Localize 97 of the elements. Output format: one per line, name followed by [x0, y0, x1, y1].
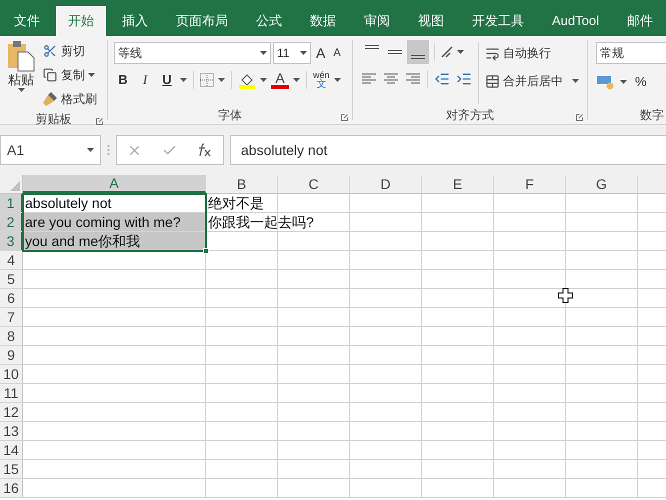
table-cell: 绝对不是: [208, 194, 264, 213]
bold-button[interactable]: B: [114, 70, 132, 90]
caret-icon: [218, 78, 225, 82]
align-left-icon: [361, 73, 377, 85]
caret-icon: [300, 51, 307, 55]
row-header[interactable]: 7: [0, 308, 23, 326]
scissors-icon: [42, 43, 58, 59]
ribbon-tab[interactable]: 页面布局: [164, 6, 240, 36]
vertical-align-icon: [411, 55, 425, 59]
ribbon-tab[interactable]: AudTool: [540, 6, 611, 36]
vertical-align-button[interactable]: [407, 40, 429, 64]
shrink-font-button[interactable]: A: [330, 44, 344, 62]
caret-icon: [620, 80, 627, 84]
column-header[interactable]: G: [566, 175, 638, 193]
align-right-icon: [405, 73, 421, 85]
merge-center-button[interactable]: 合并后居中: [485, 70, 579, 92]
caret-icon: [18, 88, 24, 92]
column-header[interactable]: C: [278, 175, 350, 193]
cut-button[interactable]: 剪切: [42, 40, 97, 62]
ribbon-tab[interactable]: 开始: [56, 6, 106, 36]
border-icon[interactable]: [200, 73, 214, 87]
ribbon-tab[interactable]: 开发工具: [460, 6, 536, 36]
decrease-indent-icon[interactable]: [434, 71, 450, 87]
ribbon-tab[interactable]: 插入: [110, 6, 160, 36]
copy-icon: [42, 67, 58, 83]
row-header[interactable]: 6: [0, 289, 23, 307]
name-box[interactable]: A1: [0, 135, 101, 165]
row-header[interactable]: 5: [0, 270, 23, 288]
group-label: 剪贴板: [36, 111, 72, 128]
copy-button[interactable]: 复制: [42, 64, 97, 86]
row-header[interactable]: 15: [0, 460, 23, 478]
ribbon-tab[interactable]: 邮件: [614, 6, 665, 36]
table-cell: 你跟我一起去吗?: [208, 213, 314, 232]
grow-font-button[interactable]: A: [313, 42, 328, 64]
row-header[interactable]: 14: [0, 441, 23, 459]
align-center-icon: [383, 73, 399, 85]
ribbon-tab[interactable]: 视图: [406, 6, 456, 36]
column-header[interactable]: D: [350, 175, 422, 193]
table-cell: you and me你和我: [25, 232, 140, 251]
dialog-launcher-icon[interactable]: [341, 114, 348, 121]
row-header[interactable]: 4: [0, 251, 23, 269]
caret-icon: [260, 78, 267, 82]
more-icon: [107, 144, 110, 156]
table-cell: are you coming with me?: [25, 213, 181, 232]
group-label: 数字: [640, 107, 664, 124]
caret-icon: [88, 73, 95, 77]
wrap-text-icon: [485, 46, 500, 60]
row-header[interactable]: 12: [0, 403, 23, 421]
ribbon-tab[interactable]: 公式: [244, 6, 294, 36]
ribbon-tab[interactable]: 数据: [298, 6, 348, 36]
column-header[interactable]: A: [23, 175, 206, 193]
function-icon[interactable]: [197, 143, 213, 157]
column-header[interactable]: B: [206, 175, 278, 193]
ribbon-tab[interactable]: 文件: [2, 6, 52, 36]
row-header[interactable]: 13: [0, 422, 23, 440]
column-header[interactable]: F: [494, 175, 566, 193]
percent-button[interactable]: %: [635, 72, 647, 92]
row-header[interactable]: 8: [0, 327, 23, 345]
row-header[interactable]: 10: [0, 365, 23, 383]
increase-indent-icon[interactable]: [456, 71, 472, 87]
format-painter-button[interactable]: 格式刷: [42, 88, 97, 110]
column-header[interactable]: E: [422, 175, 494, 193]
dialog-launcher-icon[interactable]: [576, 114, 583, 121]
paintbrush-icon: [42, 91, 58, 107]
caret-icon: [457, 50, 464, 54]
font-size-dropdown[interactable]: 11: [273, 42, 311, 64]
caret-icon: [293, 78, 300, 82]
italic-button[interactable]: I: [136, 70, 154, 90]
dialog-launcher-icon[interactable]: [96, 118, 103, 125]
caret-icon: [260, 51, 267, 55]
formula-input[interactable]: absolutely not: [230, 135, 666, 165]
font-name-dropdown[interactable]: 等线: [114, 42, 271, 64]
vertical-align-icon: [388, 50, 402, 54]
table-cell: absolutely not: [25, 194, 112, 213]
crosshair-cursor-icon: [558, 288, 573, 303]
caret-icon: [572, 79, 579, 83]
vertical-align-icon: [365, 45, 379, 49]
merge-cells-icon: [485, 74, 500, 88]
caret-icon: [180, 78, 187, 82]
font-color-button[interactable]: A: [271, 71, 289, 89]
clipboard-icon: [6, 40, 36, 72]
caret-icon: [87, 148, 94, 152]
group-label: 对齐方式: [446, 107, 494, 124]
ribbon-tab[interactable]: 审阅: [352, 6, 402, 36]
group-label: 字体: [218, 107, 242, 124]
row-header[interactable]: 16: [0, 479, 23, 497]
underline-button[interactable]: U: [158, 70, 176, 90]
row-header[interactable]: 2: [0, 213, 23, 231]
row-header[interactable]: 1: [0, 194, 23, 212]
row-header[interactable]: 3: [0, 232, 23, 250]
row-header[interactable]: 9: [0, 346, 23, 364]
phonetic-button[interactable]: wén 文: [313, 70, 330, 90]
row-header[interactable]: 11: [0, 384, 23, 402]
paste-button[interactable]: 粘贴: [4, 40, 38, 110]
caret-icon: [334, 78, 341, 82]
wrap-text-button[interactable]: 自动换行: [485, 42, 579, 64]
number-format-dropdown[interactable]: 常规: [596, 42, 666, 64]
